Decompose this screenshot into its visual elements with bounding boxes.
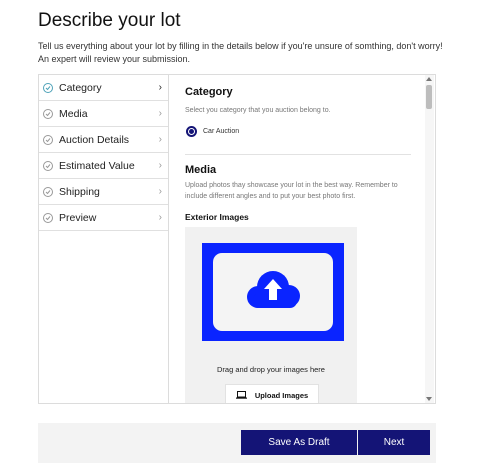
chevron-right-icon: › [158,160,162,171]
exterior-images-heading: Exterior Images [185,212,249,222]
scroll-up-icon[interactable] [426,77,432,81]
content-scrollbar[interactable] [425,75,434,403]
nav-item-label: Preview [59,211,97,224]
check-circle-icon [43,134,53,145]
check-circle-icon [43,212,53,223]
check-circle-icon [43,82,53,93]
radio-button[interactable] [186,126,197,137]
nav-item-label: Auction Details [59,133,130,146]
cloud-upload-icon [247,271,300,308]
radio-label: Car Auction [203,128,240,135]
category-option-car-auction[interactable]: Car Auction [186,126,239,137]
check-circle-icon [43,160,53,171]
chevron-right-icon: › [158,82,162,93]
media-heading: Media [185,164,217,176]
next-button[interactable]: Next [358,430,430,455]
scroll-down-icon[interactable] [426,397,432,401]
scrollbar-thumb[interactable] [426,85,432,109]
chevron-right-icon: › [158,134,162,145]
upload-illustration [202,243,344,341]
nav-item-category[interactable]: Category › [39,75,168,101]
nav-item-shipping[interactable]: Shipping › [39,179,168,205]
nav-item-label: Media [59,107,88,120]
nav-item-preview[interactable]: Preview › [39,205,168,231]
nav-item-label: Shipping [59,185,100,198]
dropzone-text: Drag and drop your images here [217,365,325,374]
nav-item-media[interactable]: Media › [39,101,168,127]
check-circle-icon [43,108,53,119]
image-dropzone[interactable]: Drag and drop your images here Upload Im… [185,227,357,403]
page-intro: Tell us everything about your lot by fil… [38,41,443,64]
chevron-right-icon: › [158,108,162,119]
nav-item-auction-details[interactable]: Auction Details › [39,127,168,153]
upload-images-label: Upload Images [254,390,309,400]
media-description: Upload photos thay showcase your lot in … [185,182,398,200]
form-footer: Save As Draft Next [38,423,436,463]
step-nav: Category › Media › Auction Details › Est… [39,75,169,403]
upload-images-button[interactable]: Upload Images [225,384,319,403]
save-as-draft-button[interactable]: Save As Draft [241,430,357,455]
form-content: Category Select you category that you au… [170,75,426,403]
chevron-right-icon: › [158,186,162,197]
section-divider [185,154,411,155]
category-heading: Category [185,86,233,98]
nav-item-estimated-value[interactable]: Estimated Value › [39,153,168,179]
nav-item-label: Category [59,81,102,94]
upload-illustration-card [213,253,333,331]
laptop-icon [235,391,247,399]
page-title: Describe your lot [38,10,181,31]
nav-item-label: Estimated Value [59,159,135,172]
check-circle-icon [43,186,53,197]
chevron-right-icon: › [158,212,162,223]
category-description: Select you category that you auction bel… [185,107,331,114]
form-panel: Category › Media › Auction Details › Est… [38,74,436,404]
